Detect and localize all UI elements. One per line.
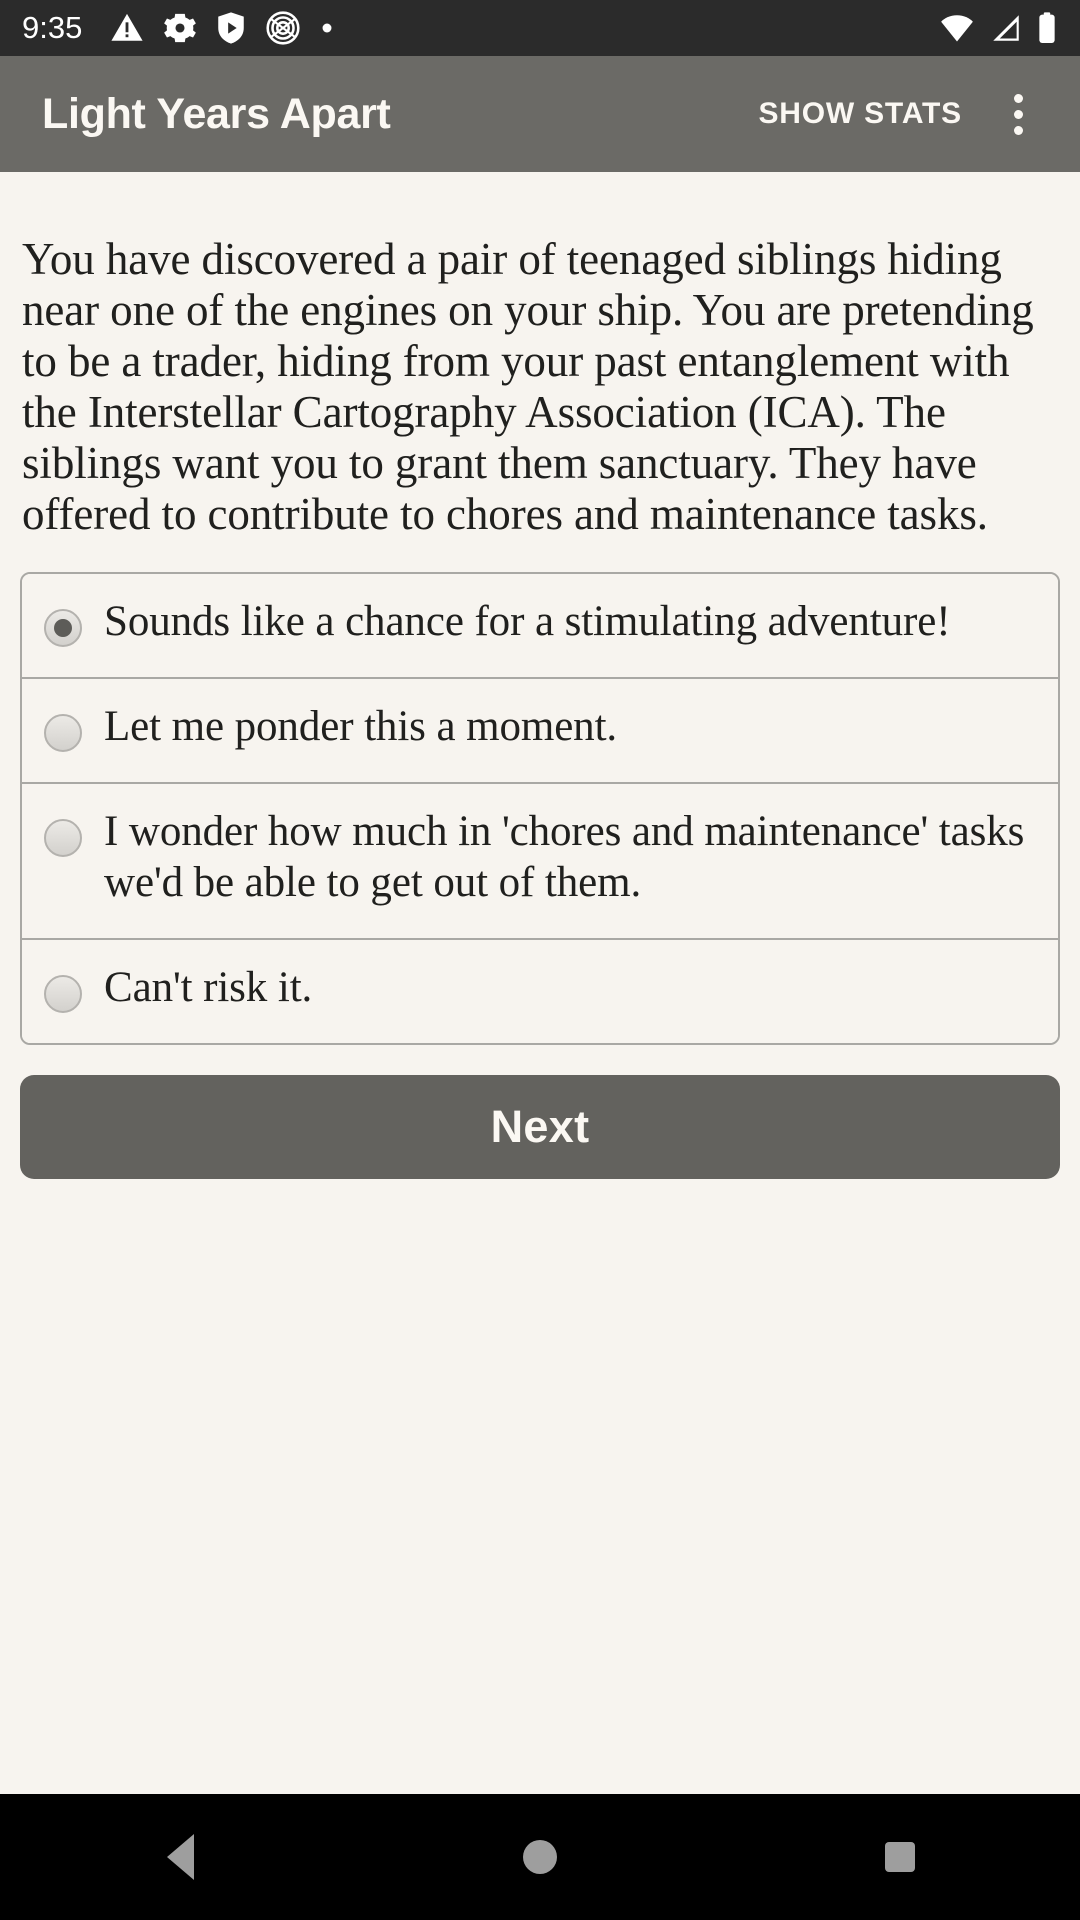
nav-back-button[interactable]	[105, 1794, 255, 1920]
show-stats-button[interactable]: SHOW STATS	[740, 81, 980, 147]
page-title: Light Years Apart	[42, 89, 391, 138]
radio-button-icon[interactable]	[44, 714, 82, 752]
nav-recents-button[interactable]	[825, 1794, 975, 1920]
option-row[interactable]: Let me ponder this a moment.	[22, 679, 1058, 784]
option-row[interactable]: Sounds like a chance for a stimulating a…	[22, 574, 1058, 679]
android-navigation-bar	[0, 1794, 1080, 1920]
app-bar-actions: SHOW STATS	[740, 81, 1050, 147]
choice-options-group: Sounds like a chance for a stimulating a…	[20, 572, 1060, 1045]
overflow-dot-3	[1013, 125, 1023, 135]
option-row[interactable]: I wonder how much in 'chores and mainten…	[22, 784, 1058, 940]
option-label: Let me ponder this a moment.	[104, 703, 618, 750]
option-row[interactable]: Can't risk it.	[22, 940, 1058, 1043]
battery-icon	[1039, 12, 1055, 44]
option-label: Sounds like a chance for a stimulating a…	[104, 598, 951, 645]
option-label: I wonder how much in 'chores and mainten…	[104, 808, 1025, 906]
home-circle-icon	[523, 1840, 557, 1874]
status-notification-icons	[110, 10, 334, 46]
nav-home-button[interactable]	[465, 1794, 615, 1920]
phone-screen: 9:35 Light Years Apart SHOW STATS You ha…	[0, 0, 1080, 1920]
story-paragraph: You have discovered a pair of teenaged s…	[22, 234, 1034, 539]
overflow-dot-1	[1013, 93, 1023, 103]
shield-play-icon	[218, 12, 245, 44]
fingerprint-icon	[266, 11, 300, 45]
radio-button-icon[interactable]	[44, 819, 82, 857]
status-bar: 9:35	[0, 0, 1080, 56]
warning-triangle-icon	[111, 13, 143, 41]
radio-button-icon[interactable]	[44, 975, 82, 1013]
wifi-icon	[941, 15, 973, 42]
radio-button-icon[interactable]	[44, 609, 82, 647]
overflow-menu-icon[interactable]	[986, 82, 1050, 146]
recents-square-icon	[885, 1842, 915, 1872]
status-time: 9:35	[22, 10, 83, 45]
overflow-dot-2	[1013, 109, 1023, 119]
dot-icon	[322, 23, 332, 33]
next-button-label: Next	[490, 1101, 590, 1152]
main-content: You have discovered a pair of teenaged s…	[0, 172, 1080, 1794]
cellular-signal-icon	[993, 15, 1019, 41]
gear-icon	[164, 13, 197, 43]
status-system-icons	[938, 11, 1058, 45]
next-button[interactable]: Next	[20, 1075, 1060, 1179]
option-label: Can't risk it.	[104, 964, 313, 1011]
back-triangle-icon	[166, 1834, 194, 1880]
app-bar: Light Years Apart SHOW STATS	[0, 56, 1080, 172]
